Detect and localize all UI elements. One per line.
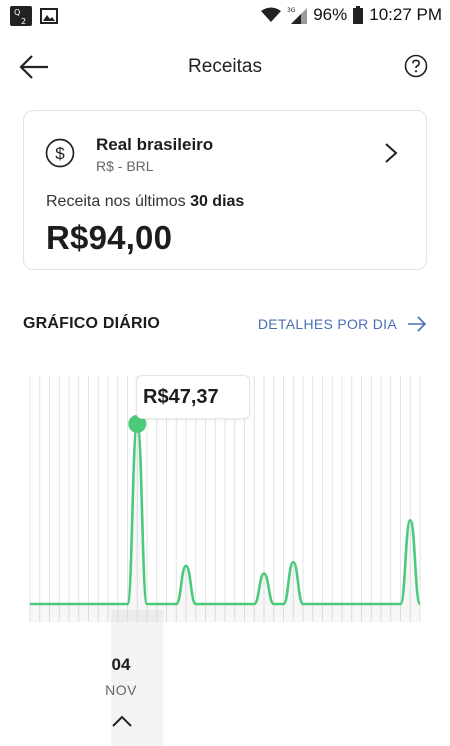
daily-chart-svg[interactable] xyxy=(0,370,450,746)
svg-text:2: 2 xyxy=(21,17,26,26)
network-type: 3G xyxy=(287,7,296,14)
status-right: 3G 96% 10:27 PM xyxy=(261,5,442,25)
details-per-day-label: DETALHES POR DIA xyxy=(257,316,397,332)
battery-icon xyxy=(353,6,364,24)
revenue-label-prefix: Receita nos últimos xyxy=(46,193,191,210)
selected-day: 04 xyxy=(111,655,131,674)
clock: 10:27 PM xyxy=(369,5,442,24)
revenue-label-period: 30 dias xyxy=(190,193,245,210)
tooltip-value: R$47,37 xyxy=(143,386,219,408)
status-left: Q 2 xyxy=(10,6,58,26)
wifi-icon xyxy=(261,7,282,22)
currency-name: Real brasileiro xyxy=(96,135,214,154)
arrow-right-icon xyxy=(408,316,427,332)
app-header: Receitas xyxy=(0,40,450,94)
cell-signal-icon: 3G xyxy=(287,7,308,24)
svg-text:$: $ xyxy=(55,144,65,163)
dollar-coin-icon: $ xyxy=(45,138,75,168)
revenue-period-label: Receita nos últimos 30 dias xyxy=(46,193,244,211)
chevron-up-icon[interactable] xyxy=(111,714,133,728)
selected-month: NOV xyxy=(105,682,137,698)
help-icon[interactable] xyxy=(404,54,428,78)
daily-chart-title: GRÁFICO DIÁRIO xyxy=(23,315,161,332)
currency-selector[interactable]: $ Real brasileiro R$ - BRL xyxy=(24,111,426,189)
currency-code: R$ - BRL xyxy=(96,158,154,174)
chart-tooltip: R$47,37 xyxy=(136,375,250,419)
daily-chart[interactable] xyxy=(0,370,450,746)
chevron-right-icon xyxy=(385,143,398,163)
details-per-day-link[interactable]: DETALHES POR DIA xyxy=(258,316,427,332)
revenue-total: R$94,00 xyxy=(46,219,173,256)
image-notification-icon xyxy=(40,8,58,24)
page-title: Receitas xyxy=(188,56,262,77)
svg-text:Q: Q xyxy=(14,8,20,17)
notification-app-icon: Q 2 xyxy=(10,6,32,26)
battery-percent: 96% xyxy=(313,5,348,24)
status-bar: Q 2 3G 96% 10:27 PM xyxy=(0,0,450,32)
currency-card: $ Real brasileiro R$ - BRL Receita nos ú… xyxy=(23,110,427,270)
